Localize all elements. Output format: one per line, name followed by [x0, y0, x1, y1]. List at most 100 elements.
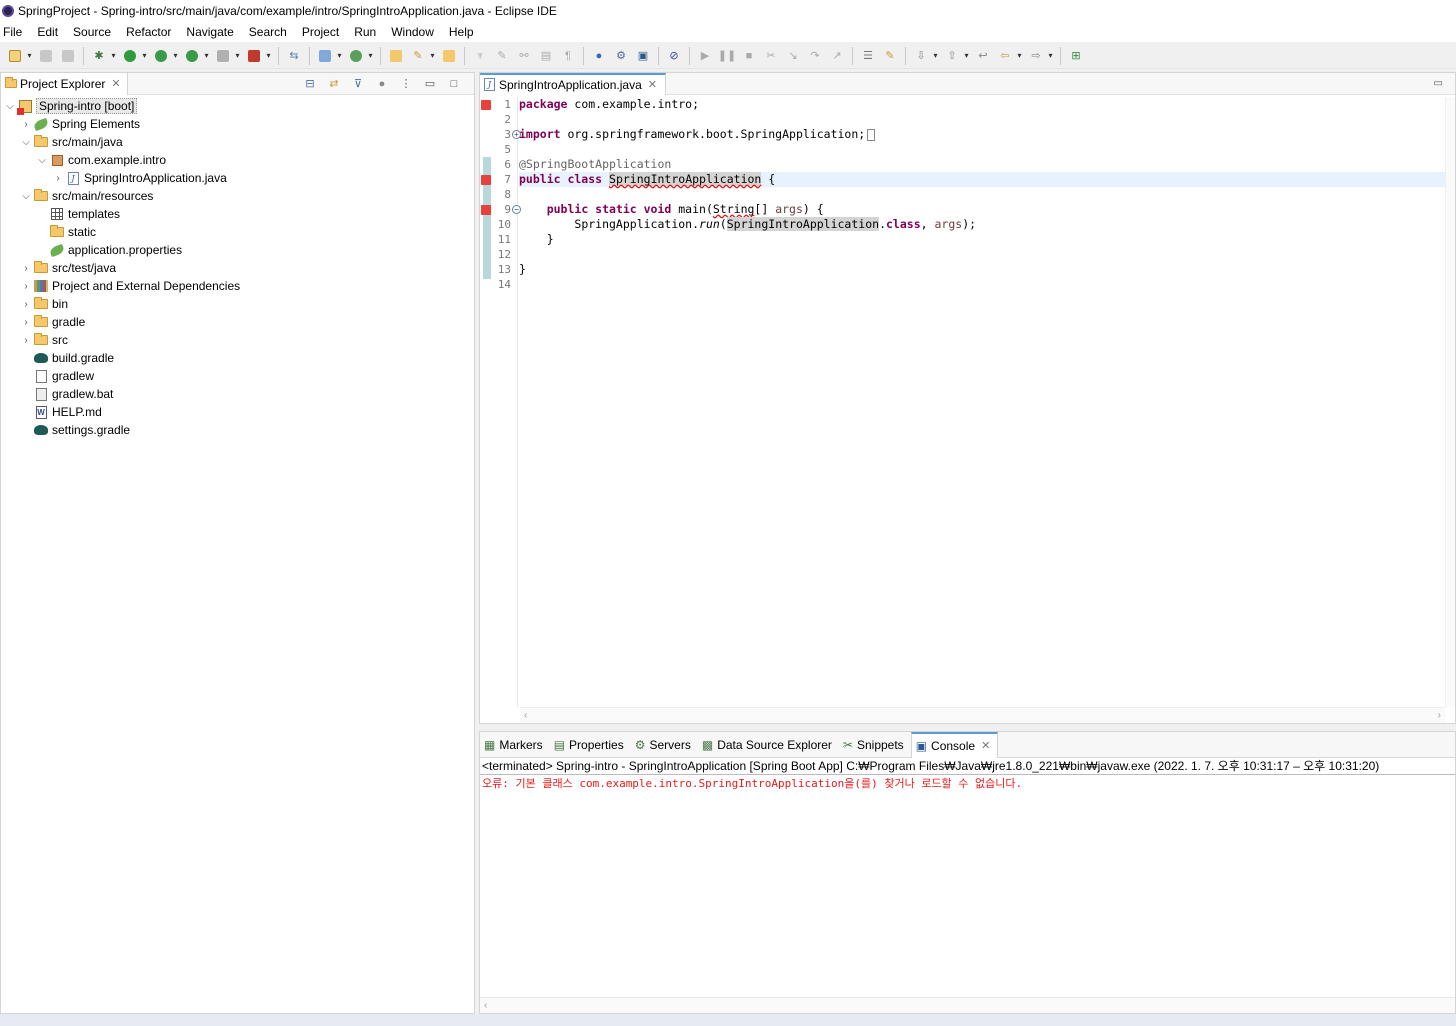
search-tool-icon[interactable]: ✎ [410, 48, 426, 64]
scroll-right-icon[interactable]: › [1438, 710, 1441, 721]
collapse-all-icon[interactable]: ⊟ [302, 76, 318, 92]
step-over-icon[interactable]: ↷ [807, 48, 823, 64]
error-marker-icon[interactable] [481, 205, 491, 215]
chevron-right-icon[interactable]: › [19, 281, 33, 292]
tab-markers[interactable]: ▦ Markers [480, 732, 550, 758]
external-tools-icon[interactable] [184, 48, 200, 64]
error-marker-icon[interactable] [481, 100, 491, 110]
step-into-icon[interactable]: ↘ [785, 48, 801, 64]
tab-servers[interactable]: ⚙ Servers [631, 732, 698, 758]
disconnect-icon[interactable]: ✂ [763, 48, 779, 64]
close-icon[interactable]: ✕ [981, 739, 990, 752]
chevron-right-icon[interactable]: › [19, 299, 33, 310]
tree-item[interactable]: templates [1, 205, 474, 223]
console-error-output[interactable]: 오류: 기본 클래스 com.example.intro.SpringIntro… [480, 775, 1455, 792]
chevron-down-icon[interactable]: ⌵ [19, 137, 33, 148]
back-icon[interactable]: ⇦ [997, 48, 1013, 64]
chevron-right-icon[interactable]: › [19, 263, 33, 274]
tree-item[interactable]: › gradle [1, 313, 474, 331]
error-marker-icon[interactable] [481, 175, 491, 185]
step-return-icon[interactable]: ↗ [829, 48, 845, 64]
scroll-left-icon[interactable]: ‹ [524, 710, 527, 721]
tree-item[interactable]: settings.gradle [1, 421, 474, 439]
coverage-icon[interactable] [153, 48, 169, 64]
monitor-icon[interactable]: ▣ [635, 48, 651, 64]
chevron-right-icon[interactable]: › [51, 173, 65, 184]
save-all-icon[interactable] [60, 48, 76, 64]
next-annotation-dropdown-icon[interactable]: ▾ [932, 48, 939, 64]
editor-body[interactable]: 1 2 3 + 5 6 7 8 9− 10 11 12 13 14 package… [480, 97, 1445, 707]
folded-block-icon[interactable] [867, 128, 876, 141]
tree-item[interactable]: › J SpringIntroApplication.java [1, 169, 474, 187]
search-tool-dropdown-icon[interactable]: ▾ [429, 48, 436, 64]
new-java-project-icon[interactable] [317, 48, 333, 64]
scroll-left-icon[interactable]: ‹ [484, 1000, 487, 1011]
chevron-right-icon[interactable]: › [19, 335, 33, 346]
open-perspective-icon[interactable]: ⊞ [1068, 48, 1084, 64]
previous-annotation-dropdown-icon[interactable]: ▾ [963, 48, 970, 64]
close-icon[interactable]: ✕ [648, 78, 657, 91]
toggle-mark-occurrences-icon[interactable]: ☰ [860, 48, 876, 64]
view-menu-icon[interactable]: ⋮ [398, 76, 414, 92]
tree-item[interactable]: › Project and External Dependencies [1, 277, 474, 295]
tree-item[interactable]: gradlew.bat [1, 385, 474, 403]
menu-edit[interactable]: Edit [34, 25, 65, 39]
back-dropdown-icon[interactable]: ▾ [1016, 48, 1023, 64]
run-icon[interactable] [122, 48, 138, 64]
forward-dropdown-icon[interactable]: ▾ [1047, 48, 1054, 64]
new-java-project-dropdown-icon[interactable]: ▾ [336, 48, 343, 64]
suspend-icon[interactable]: ❚❚ [718, 48, 736, 64]
new-class-icon[interactable] [348, 48, 364, 64]
tree-item[interactable]: ⌵ src/main/resources [1, 187, 474, 205]
relaunch-icon[interactable] [246, 48, 262, 64]
focus-task-icon[interactable]: ● [374, 76, 390, 92]
tree-item[interactable]: › src/test/java [1, 259, 474, 277]
next-annotation-icon[interactable]: ⇩ [913, 48, 929, 64]
open-type-icon[interactable]: ⇆ [286, 48, 302, 64]
tree-item[interactable]: static [1, 223, 474, 241]
toggle-highlight-icon[interactable]: ✎ [882, 48, 898, 64]
previous-annotation-icon[interactable]: ⇧ [944, 48, 960, 64]
debug-icon[interactable]: ✱ [91, 48, 107, 64]
chevron-down-icon[interactable]: ⌵ [19, 191, 33, 202]
run-dropdown-icon[interactable]: ▾ [141, 48, 148, 64]
open-folder-icon[interactable] [388, 48, 404, 64]
chevron-down-icon[interactable]: ⌵ [3, 101, 17, 112]
tab-properties[interactable]: ▤ Properties [550, 732, 631, 758]
menu-window[interactable]: Window [388, 25, 441, 39]
tree-item[interactable]: build.gradle [1, 349, 474, 367]
minimize-icon[interactable]: ▭ [422, 76, 438, 92]
chevron-right-icon[interactable]: › [19, 119, 33, 130]
globe-icon[interactable]: ● [591, 48, 607, 64]
annotation-icon[interactable]: ♆ [472, 48, 488, 64]
new-icon[interactable] [7, 48, 23, 64]
tab-spring-intro-application[interactable]: J SpringIntroApplication.java ✕ [480, 72, 666, 95]
relaunch-dropdown-icon[interactable]: ▾ [265, 48, 272, 64]
stop-icon[interactable] [215, 48, 231, 64]
tab-snippets[interactable]: ✂ Snippets [839, 732, 911, 758]
stop-dropdown-icon[interactable]: ▾ [234, 48, 241, 64]
last-edit-location-icon[interactable]: ↩ [975, 48, 991, 64]
menu-refactor[interactable]: Refactor [123, 25, 178, 39]
menu-navigate[interactable]: Navigate [183, 25, 240, 39]
pen-icon[interactable]: ✎ [494, 48, 510, 64]
tree-item[interactable]: › Spring Elements [1, 115, 474, 133]
link-with-editor-icon[interactable]: ⇄ [326, 76, 342, 92]
block-selection-icon[interactable]: ▤ [538, 48, 554, 64]
minimize-icon[interactable]: ▭ [1434, 78, 1443, 89]
terminate-icon[interactable]: ■ [741, 48, 757, 64]
tree-item[interactable]: ⌵ src/main/java [1, 133, 474, 151]
editor-vertical-scrollbar[interactable] [1445, 97, 1455, 707]
save-icon[interactable] [38, 48, 54, 64]
coverage-dropdown-icon[interactable]: ▾ [172, 48, 179, 64]
menu-source[interactable]: Source [70, 25, 118, 39]
menu-help[interactable]: Help [446, 25, 481, 39]
tree-item[interactable]: › bin [1, 295, 474, 313]
debug-dropdown-icon[interactable]: ▾ [110, 48, 117, 64]
tab-project-explorer[interactable]: Project Explorer ✕ [1, 72, 128, 95]
close-icon[interactable]: ✕ [111, 77, 120, 90]
tab-console[interactable]: ▣ Console ✕ [910, 731, 999, 758]
new-class-dropdown-icon[interactable]: ▾ [367, 48, 374, 64]
spring-dashboard-icon[interactable]: ⚙ [613, 48, 629, 64]
editor-horizontal-scrollbar[interactable]: ‹ › [520, 707, 1445, 723]
